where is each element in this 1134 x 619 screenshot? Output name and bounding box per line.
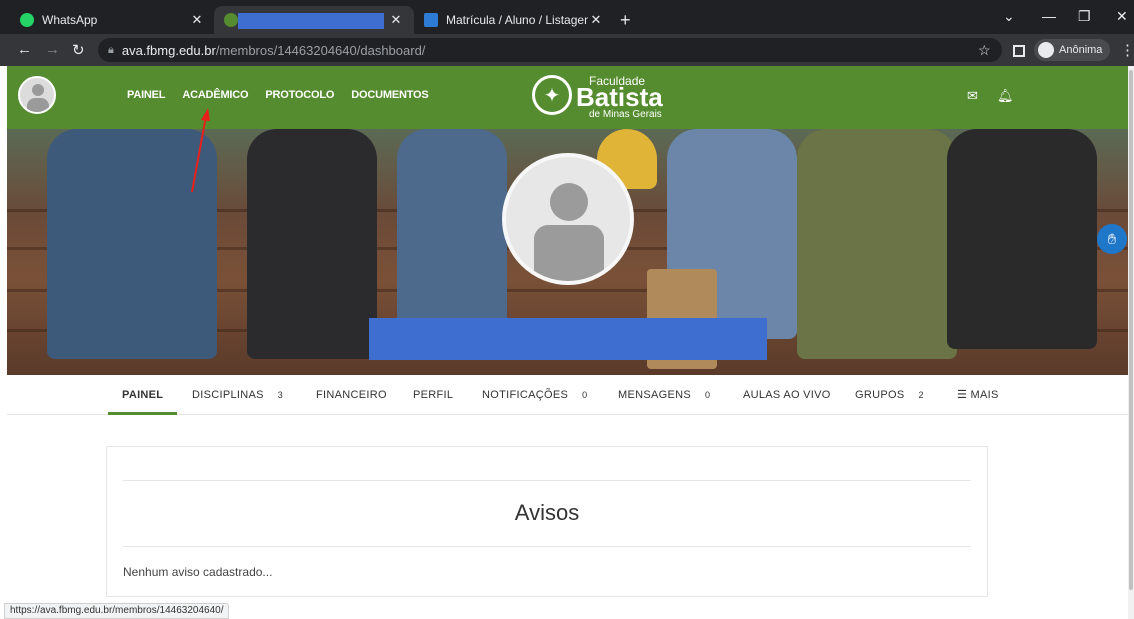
profile-cover-image: ✋︎ — [7, 129, 1128, 375]
url-path: /membros/14463204640/dashboard/ — [215, 42, 426, 58]
profile-label: Anônima — [1059, 44, 1103, 56]
lock-icon: 🔒︎ — [108, 43, 114, 56]
bookmark-star-icon[interactable]: ☆ — [978, 42, 991, 59]
nav-academico[interactable]: ACADÊMICO — [182, 89, 248, 101]
close-icon[interactable]: ✕ — [189, 12, 205, 28]
tab-matricula[interactable]: Matrícula / Aluno / Listagem - Si ✕ — [414, 6, 614, 34]
minimize-icon[interactable]: — — [1042, 8, 1056, 24]
user-avatar[interactable] — [18, 76, 56, 114]
tab-aulas-ao-vivo[interactable]: AULAS AO VIVO — [743, 375, 831, 415]
fbmg-favicon-icon — [224, 13, 238, 27]
restore-icon[interactable]: ❐ — [1078, 8, 1091, 25]
logo-sub-text: de Minas Gerais — [589, 109, 662, 120]
annotation-arrow-icon — [191, 108, 210, 193]
incognito-icon — [1038, 42, 1054, 58]
accessibility-hand-icon[interactable]: ✋︎ — [1097, 224, 1127, 254]
profile-avatar[interactable] — [502, 153, 634, 285]
tab-title: WhatsApp — [42, 13, 98, 27]
nav-painel[interactable]: PAINEL — [127, 89, 166, 101]
new-tab-button[interactable]: + — [620, 10, 631, 31]
tab-perfil[interactable]: PERFIL — [413, 375, 453, 415]
whatsapp-icon — [20, 13, 34, 27]
side-panel-icon[interactable] — [1013, 45, 1025, 57]
fbmg-logo[interactable]: ✦ Faculdade Batista de Minas Gerais — [532, 72, 663, 122]
tab-notificacoes[interactable]: NOTIFICAÇÕES 0 — [482, 375, 587, 415]
mail-icon[interactable]: ✉ — [967, 88, 978, 104]
forward-icon[interactable]: → — [45, 41, 60, 58]
tab-painel[interactable]: PAINEL — [107, 375, 178, 415]
count-badge: 0 — [582, 390, 588, 400]
redaction-box — [369, 318, 767, 360]
notices-empty-message: Nenhum aviso cadastrado... — [123, 565, 273, 579]
tab-whatsapp[interactable]: WhatsApp ✕ — [10, 6, 215, 34]
tab-grupos[interactable]: GRUPOS 2 — [855, 375, 924, 415]
logo-emblem-icon: ✦ — [532, 75, 572, 115]
profile-tabs: PAINEL DISCIPLINAS 3 FINANCEIRO PERFIL NO… — [7, 375, 1128, 415]
notices-title: Avisos — [514, 500, 580, 525]
nav-protocolo[interactable]: PROTOCOLO — [265, 89, 334, 101]
incognito-profile-button[interactable]: Anônima — [1034, 39, 1111, 61]
tab-financeiro[interactable]: FINANCEIRO — [316, 375, 387, 415]
count-badge: 3 — [277, 390, 284, 400]
link-status-bar: https://ava.fbmg.edu.br/membros/14463204… — [4, 603, 230, 619]
browser-toolbar: ← → ↻ 🔒︎ ava.fbmg.edu.br/membros/1446320… — [0, 34, 1134, 66]
close-icon[interactable]: ✕ — [388, 12, 404, 28]
site-header: PAINEL ACADÊMICO PROTOCOLO DOCUMENTOS ✦ … — [7, 66, 1128, 129]
count-badge: 0 — [705, 390, 711, 400]
tab-search-icon[interactable]: ⌄ — [1003, 8, 1015, 25]
main-nav: PAINEL ACADÊMICO PROTOCOLO DOCUMENTOS — [127, 89, 429, 101]
page-scrollbar[interactable] — [1128, 66, 1134, 619]
divider — [123, 480, 971, 481]
divider — [123, 546, 971, 547]
count-badge: 2 — [918, 390, 924, 400]
menu-kebab-icon[interactable]: ⋮ — [1120, 41, 1134, 59]
redaction-box — [238, 13, 384, 29]
url-host: ava.fbmg.edu.br — [121, 42, 216, 58]
reload-icon[interactable]: ↻ — [72, 41, 85, 59]
site-favicon-icon — [424, 13, 438, 27]
bell-icon[interactable]: 🔔︎ — [997, 88, 1014, 104]
tab-mais[interactable]: ☰ MAIS — [957, 375, 999, 415]
browser-tab-bar: WhatsApp ✕ ✕ Matrícula / Aluno / Listage… — [0, 0, 1134, 34]
tab-title: Matrícula / Aluno / Listagem - Si — [446, 13, 588, 27]
close-window-icon[interactable]: ✕ — [1116, 8, 1128, 25]
nav-documentos[interactable]: DOCUMENTOS — [351, 89, 428, 101]
close-icon[interactable]: ✕ — [588, 12, 604, 28]
tab-mensagens[interactable]: MENSAGENS 0 — [618, 375, 710, 415]
notices-panel: Avisos Nenhum aviso cadastrado... — [106, 446, 988, 597]
address-bar[interactable]: 🔒︎ ava.fbmg.edu.br/membros/14463204640/d… — [98, 38, 1002, 62]
tab-disciplinas[interactable]: DISCIPLINAS 3 — [192, 375, 283, 415]
back-icon[interactable]: ← — [17, 41, 32, 58]
